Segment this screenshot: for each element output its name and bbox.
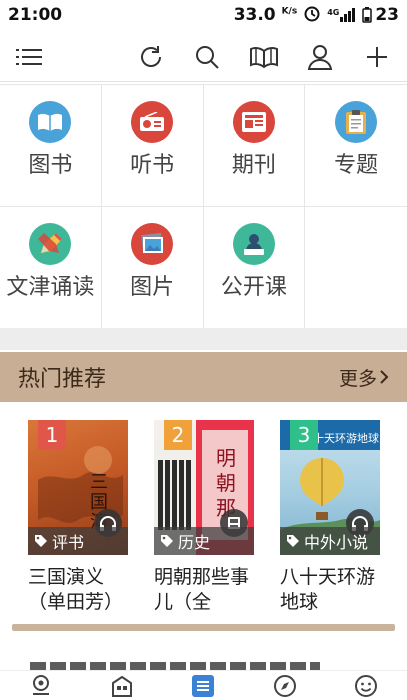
rank-badge: 2 [164,420,192,450]
bookshelf-icon[interactable] [247,40,281,74]
signal-icon: 4G [327,8,356,22]
library-icon[interactable] [105,672,139,700]
search-icon[interactable] [190,40,224,74]
category-topics[interactable]: 专题 [305,85,407,207]
top-toolbar [0,32,407,82]
section-divider [12,624,395,631]
category-label: 专题 [334,153,379,178]
section-gap [0,328,407,350]
book-title: 明朝那些事儿（全 [154,566,250,613]
battery-level: 23 [375,5,399,25]
category-recitation[interactable]: 文津诵读 [0,207,102,329]
status-time: 21:00 [8,5,63,25]
status-indicators: 33.0 K/s 4G 23 [234,4,399,27]
tag-icon [287,535,299,547]
category-label: 听书 [130,153,175,178]
alarm-icon [303,4,321,27]
category-grid: 图书 听书 期刊 专题 文津诵读 图片 公开课 [0,84,407,329]
rank-badge: 3 [290,420,318,450]
tag-icon [35,535,47,547]
network-speed: 33.0 K/s [233,5,298,25]
clipboard-icon [335,101,378,143]
tag-label: 评书 [52,533,85,552]
book-icon [29,101,72,143]
book-card[interactable]: 三 国 演 1 评书 三国演义（单田芳） [28,420,128,615]
book-card[interactable]: 明 朝 那 2 历史 明朝那些事儿（全 [154,420,254,615]
book-card[interactable]: 八十天环游地球 3 中外小说 八十天环游地球 [280,420,380,615]
tag-label: 中外小说 [304,533,369,552]
pencil-icon [29,223,72,265]
more-button[interactable]: 更多 [339,364,389,391]
picture-icon [131,223,174,265]
category-label: 文津诵读 [6,275,95,300]
section-title: 热门推荐 [18,367,107,392]
book-tag: 评书 [28,527,128,555]
newspaper-icon [232,101,275,143]
list-icon[interactable] [186,672,220,700]
book-title: 八十天环游地球 [280,566,376,613]
book-tag: 历史 [154,527,254,555]
category-open-courses[interactable]: 公开课 [203,207,306,329]
compass-icon[interactable] [268,672,302,700]
book-cover[interactable]: 八十天环游地球 3 中外小说 [280,420,380,555]
menu-icon[interactable] [12,40,46,74]
chevron-right-icon [380,370,389,384]
rank-badge: 1 [38,420,66,450]
category-journals[interactable]: 期刊 [203,85,306,207]
tag-label: 历史 [178,533,211,552]
category-books[interactable]: 图书 [0,85,102,207]
radio-icon [131,101,174,143]
category-pictures[interactable]: 图片 [101,207,204,329]
refresh-icon[interactable] [134,40,168,74]
more-label: 更多 [338,367,377,390]
hot-book-list: 三 国 演 1 评书 三国演义（单田芳） 明 朝 那 [0,402,407,622]
svg-text:明: 明 [216,448,236,470]
tag-icon [161,535,173,547]
svg-text:朝: 朝 [216,472,236,495]
svg-text:三: 三 [90,472,108,492]
category-label: 图书 [28,153,73,178]
bottom-nav [0,670,407,700]
book-cover[interactable]: 明 朝 那 2 历史 [154,420,254,555]
user-icon[interactable] [303,40,337,74]
category-label: 图片 [130,275,175,300]
category-empty [305,207,407,329]
category-audiobooks[interactable]: 听书 [101,85,204,207]
battery-icon: 23 [362,5,399,25]
lecturer-icon [232,223,275,265]
location-icon[interactable] [24,672,58,700]
hot-section-header: 热门推荐 更多 [0,352,407,402]
category-label: 公开课 [220,275,287,300]
book-cover[interactable]: 三 国 演 1 评书 [28,420,128,555]
status-bar: 21:00 33.0 K/s 4G 23 [0,0,407,30]
smile-icon[interactable] [349,672,383,700]
book-tag: 中外小说 [280,527,380,555]
category-label: 期刊 [231,153,276,178]
book-title: 三国演义（单田芳） [28,566,124,613]
add-icon[interactable] [360,40,394,74]
next-section-peek [30,652,320,672]
